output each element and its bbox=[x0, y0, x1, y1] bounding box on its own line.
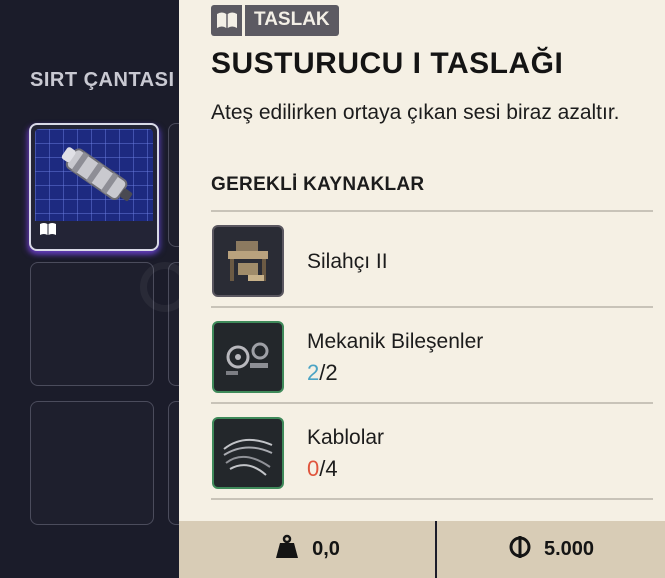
item-description: Ateş edilirken ortaya çıkan sesi biraz a… bbox=[211, 101, 620, 124]
requirement-count: 0/4 bbox=[307, 456, 338, 482]
item-title: SUSTURUCU I TASLAĞI bbox=[211, 47, 564, 80]
requirement-row[interactable]: Kablolar 0/4 bbox=[211, 404, 653, 498]
tag-label: TASLAK bbox=[245, 4, 339, 36]
price-cell: 5.000 bbox=[437, 521, 665, 578]
requirement-count: 2/2 bbox=[307, 360, 338, 386]
required-count: 4 bbox=[325, 456, 338, 481]
cables-icon bbox=[212, 417, 284, 489]
required-count: 2 bbox=[325, 360, 338, 385]
weight-value: 0,0 bbox=[312, 538, 340, 560]
item-footer: 0,0 5.000 bbox=[179, 521, 665, 578]
owned-count: 2 bbox=[307, 360, 320, 385]
requirements-heading: GEREKLİ KAYNAKLAR bbox=[211, 174, 425, 195]
open-book-icon bbox=[211, 4, 242, 36]
owned-count: 0 bbox=[307, 456, 320, 481]
requirement-name: Kablolar bbox=[307, 426, 385, 449]
weight-icon bbox=[274, 534, 300, 566]
inventory-slot-empty[interactable] bbox=[30, 262, 154, 386]
divider bbox=[211, 498, 653, 500]
inventory-slot-selected[interactable] bbox=[29, 123, 159, 251]
weight-cell: 0,0 bbox=[179, 521, 435, 578]
item-tooltip: TASLAK SUSTURUCU I TASLAĞI Ateş edilirke… bbox=[179, 0, 665, 521]
requirement-name: Silahçı II bbox=[307, 250, 388, 273]
inventory-slot-empty[interactable] bbox=[30, 401, 154, 525]
silencer-blueprint-art bbox=[35, 129, 153, 221]
backpack-title: SIRT ÇANTASI bbox=[30, 69, 175, 91]
requirement-row[interactable]: Silahçı II bbox=[211, 212, 653, 306]
mechanical-parts-icon bbox=[212, 321, 284, 393]
requirement-row[interactable]: Mekanik Bileşenler 2/2 bbox=[211, 308, 653, 402]
price-value: 5.000 bbox=[543, 538, 595, 560]
workbench-icon bbox=[212, 225, 284, 297]
coin-icon bbox=[508, 535, 532, 565]
blueprint-tag: TASLAK bbox=[211, 4, 339, 36]
requirement-name: Mekanik Bileşenler bbox=[307, 330, 484, 353]
blueprint-book-icon bbox=[39, 222, 57, 241]
